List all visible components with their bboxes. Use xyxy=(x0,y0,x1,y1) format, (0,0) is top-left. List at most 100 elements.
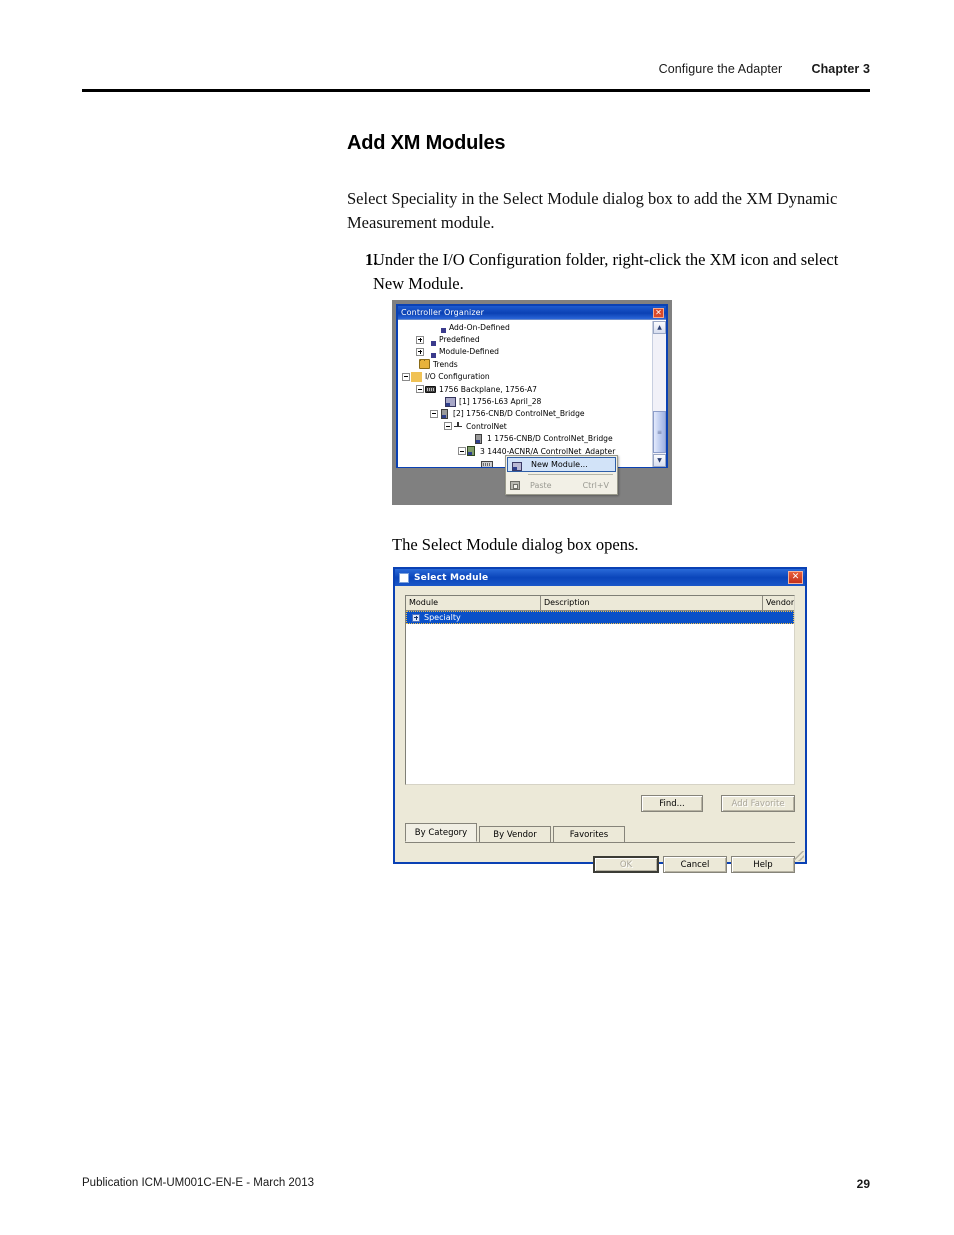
dialog-title: Select Module xyxy=(414,572,489,583)
controller-organizer-figure: Controller Organizer ✕ Add-On-Defined Pre… xyxy=(392,300,672,505)
tree-item[interactable]: I/O Configuration xyxy=(398,371,652,383)
tree-item-label: [2] 1756-CNB/D ControlNet_Bridge xyxy=(453,409,585,419)
module-icon xyxy=(441,408,448,419)
find-button[interactable]: Find... xyxy=(641,795,703,812)
scroll-down-icon[interactable]: ▼ xyxy=(653,454,666,467)
context-menu-item-label: Paste xyxy=(530,481,552,490)
expand-icon[interactable] xyxy=(416,347,424,356)
step-text: Under the I/O Configuration folder, righ… xyxy=(373,250,839,293)
column-header-module[interactable]: Module xyxy=(406,596,541,610)
adapter-icon xyxy=(467,446,475,457)
after-figure-paragraph: The Select Module dialog box opens. xyxy=(392,535,639,554)
step-number: 1. xyxy=(365,250,378,269)
folder-xm-icon xyxy=(435,322,446,334)
tree-item-label: Trends xyxy=(433,359,458,369)
cancel-button[interactable]: Cancel xyxy=(663,856,727,873)
tree-item-label: I/O Configuration xyxy=(425,372,490,382)
table-row[interactable]: Specialty xyxy=(406,611,794,624)
expand-icon[interactable] xyxy=(416,335,424,344)
collapse-icon[interactable] xyxy=(430,409,438,418)
collapse-icon[interactable] xyxy=(444,422,452,431)
chapter-label: Chapter 3 xyxy=(811,62,870,76)
paste-icon xyxy=(510,481,520,490)
help-button[interactable]: Help xyxy=(731,856,795,873)
dialog-content: Module Description Vendor Specialty Find… xyxy=(395,586,805,873)
tree-item[interactable]: 1 1756-CNB/D ControlNet_Bridge xyxy=(398,433,652,445)
controller-organizer-body: Add-On-Defined Predefined Module-Defined Tr… xyxy=(398,319,666,467)
scroll-up-icon[interactable]: ▲ xyxy=(653,321,666,334)
scrollbar-thumb[interactable]: ≡ xyxy=(653,411,666,453)
folder-xm-icon xyxy=(425,347,436,358)
dialog-footer: OK Cancel Help xyxy=(405,853,795,883)
close-icon[interactable]: ✕ xyxy=(653,307,664,318)
context-menu-separator xyxy=(528,474,613,475)
folder-xm-icon xyxy=(425,335,436,346)
tree-item[interactable]: Trends xyxy=(398,358,652,370)
list-item: 1. Under the I/O Configuration folder, r… xyxy=(347,248,867,296)
tree-item[interactable]: 1756 Backplane, 1756-A7 xyxy=(398,383,652,395)
tab-by-category[interactable]: By Category xyxy=(405,823,477,842)
expand-icon[interactable] xyxy=(412,613,420,622)
tree-item[interactable]: Predefined xyxy=(398,333,652,346)
page-title: Add XM Modules xyxy=(347,132,506,154)
controller-organizer-window: Controller Organizer ✕ Add-On-Defined Pre… xyxy=(396,304,668,468)
context-menu-item-paste[interactable]: Paste Ctrl+V xyxy=(506,477,617,494)
xm-icon xyxy=(481,460,493,467)
resize-grip[interactable] xyxy=(794,851,804,861)
tree-item[interactable]: Module-Defined xyxy=(398,346,652,358)
running-head: Configure the Adapter xyxy=(658,62,783,76)
tree-item[interactable]: Add-On-Defined xyxy=(398,321,652,334)
tree-item-label: 1 1756-CNB/D ControlNet_Bridge xyxy=(487,434,613,444)
module-category-label: Specialty xyxy=(424,613,461,622)
tab-by-vendor[interactable]: By Vendor xyxy=(479,826,551,842)
folder-icon xyxy=(419,359,430,370)
module-icon xyxy=(475,433,482,444)
collapse-icon[interactable] xyxy=(416,385,424,394)
tree-item-label: Module-Defined xyxy=(439,347,499,357)
net-icon xyxy=(453,421,463,431)
vertical-scrollbar[interactable]: ▲ ≡ ▼ xyxy=(652,321,666,467)
ok-button[interactable]: OK xyxy=(593,856,659,873)
controller-icon xyxy=(445,396,456,407)
header-rule xyxy=(82,89,870,92)
context-menu-item-label: New Module... xyxy=(531,460,588,469)
tree-item-label: [1] 1756-L63 April_28 xyxy=(459,397,542,407)
column-header-vendor[interactable]: Vendor xyxy=(763,596,794,610)
io-configuration-tree[interactable]: Add-On-Defined Predefined Module-Defined Tr… xyxy=(398,321,652,467)
tree-item[interactable]: [1] 1756-L63 April_28 xyxy=(398,395,652,407)
module-list-header: Module Description Vendor xyxy=(406,596,794,611)
add-favorite-button[interactable]: Add Favorite xyxy=(721,795,795,812)
folder-open-icon xyxy=(411,371,422,382)
context-menu[interactable]: New Module... Paste Ctrl+V xyxy=(505,455,618,495)
tree-item-label: 1756 Backplane, 1756-A7 xyxy=(439,384,537,394)
tab-favorites[interactable]: Favorites xyxy=(553,826,625,842)
module-list[interactable]: Module Description Vendor Specialty xyxy=(405,595,795,785)
context-menu-item-accel: Ctrl+V xyxy=(582,481,609,490)
page-header: Configure the Adapter Chapter 3 xyxy=(82,62,870,96)
tree-item[interactable]: [2] 1756-CNB/D ControlNet_Bridge xyxy=(398,408,652,420)
new-module-icon xyxy=(512,462,522,471)
chassis-icon xyxy=(425,386,436,394)
dialog-tabs: By Category By Vendor Favorites xyxy=(405,823,795,843)
dialog-titlebar: Select Module ✕ xyxy=(395,569,805,586)
controller-organizer-titlebar: Controller Organizer ✕ xyxy=(398,306,666,319)
close-icon[interactable]: ✕ xyxy=(788,571,803,584)
select-module-dialog: Select Module ✕ Module Description Vendo… xyxy=(393,567,807,873)
tree-item[interactable]: ControlNet xyxy=(398,420,652,432)
step-list: 1. Under the I/O Configuration folder, r… xyxy=(347,248,867,296)
collapse-icon[interactable] xyxy=(458,447,466,456)
window-icon xyxy=(399,572,409,583)
publication-info: Publication ICM-UM001C-EN-E - March 2013 xyxy=(82,1177,314,1189)
context-menu-item-new-module[interactable]: New Module... xyxy=(507,457,616,472)
column-header-description[interactable]: Description xyxy=(541,596,763,610)
find-button-row: Find... Add Favorite xyxy=(405,793,795,817)
tree-item-label: ControlNet xyxy=(466,421,507,431)
header-text: Configure the Adapter Chapter 3 xyxy=(659,62,870,76)
controller-organizer-title: Controller Organizer xyxy=(401,308,485,317)
tree-item-label: Predefined xyxy=(439,335,480,345)
collapse-icon[interactable] xyxy=(402,372,410,381)
